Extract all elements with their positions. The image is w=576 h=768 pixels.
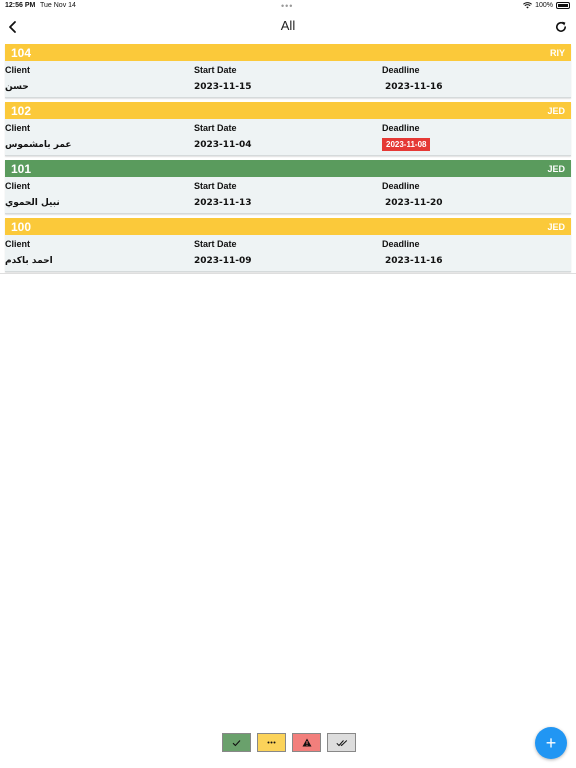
order-id: 104 [11, 45, 32, 60]
double-check-icon [335, 739, 347, 746]
refresh-icon [556, 21, 566, 32]
status-bar: 12:56 PM Tue Nov 14 ••• 100% [0, 0, 576, 12]
start-date-label: Start Date [194, 65, 237, 75]
navigation-bar: All [0, 12, 576, 42]
order-card[interactable]: 100 JED Client Start Date Deadline احمد … [5, 218, 571, 272]
order-card-header: 104 RIY [5, 44, 571, 61]
client-label: Client [5, 123, 31, 133]
deadline-label: Deadline [382, 239, 420, 249]
warning-icon [302, 738, 311, 747]
status-filter-bar [222, 733, 356, 752]
status-time: 12:56 PM [5, 2, 36, 9]
filter-in-progress-button[interactable] [257, 733, 286, 752]
status-date: Tue Nov 14 [40, 2, 76, 9]
client-name: احمد باكدم [5, 256, 53, 266]
deadline-overdue-badge: 2023-11-08 [382, 138, 431, 151]
order-card-body: Client Start Date Deadline حسن 2023-11-1… [5, 61, 571, 98]
start-date-value: 2023-11-09 [194, 256, 252, 266]
add-order-button[interactable]: + [535, 727, 567, 759]
order-id: 101 [11, 161, 32, 176]
order-card[interactable]: 101 JED Client Start Date Deadline نبيل … [5, 160, 571, 214]
check-icon [232, 739, 241, 746]
deadline-value: 2023-11-20 [385, 198, 443, 208]
start-date-label: Start Date [194, 123, 237, 133]
page-title: All [280, 18, 296, 33]
deadline-value: 2023-11-16 [385, 82, 443, 92]
order-card-header: 100 JED [5, 218, 571, 235]
filter-completed-button[interactable] [327, 733, 356, 752]
order-card-header: 102 JED [5, 102, 571, 119]
order-id: 102 [11, 103, 32, 118]
order-card-body: Client Start Date Deadline احمد باكدم 20… [5, 235, 571, 272]
deadline-label: Deadline [382, 123, 420, 133]
deadline-label: Deadline [382, 181, 420, 191]
client-label: Client [5, 239, 31, 249]
order-region: JED [547, 163, 565, 174]
battery-icon [556, 2, 570, 9]
filter-overdue-button[interactable] [292, 733, 321, 752]
client-name: نبيل الحموي [5, 198, 60, 208]
deadline-value: 2023-11-16 [385, 256, 443, 266]
battery-percent: 100% [535, 2, 553, 9]
order-card-body: Client Start Date Deadline عمر بامشموس 2… [5, 119, 571, 156]
start-date-label: Start Date [194, 239, 237, 249]
wifi-icon [523, 2, 533, 9]
order-region: JED [547, 105, 565, 116]
status-indicators: 100% [523, 2, 570, 9]
client-name: عمر بامشموس [5, 140, 72, 150]
client-name: حسن [5, 82, 29, 92]
filter-done-button[interactable] [222, 733, 251, 752]
start-date-value: 2023-11-04 [194, 140, 252, 150]
order-region: JED [547, 221, 565, 232]
start-date-label: Start Date [194, 181, 237, 191]
start-date-value: 2023-11-13 [194, 198, 252, 208]
order-card[interactable]: 102 JED Client Start Date Deadline عمر ب… [5, 102, 571, 156]
multitasking-dots-icon[interactable]: ••• [281, 1, 293, 11]
order-id: 100 [11, 219, 32, 234]
order-card-body: Client Start Date Deadline نبيل الحموي 2… [5, 177, 571, 214]
deadline-label: Deadline [382, 65, 420, 75]
client-label: Client [5, 181, 31, 191]
order-list: 104 RIY Client Start Date Deadline حسن 2… [0, 44, 576, 276]
order-card[interactable]: 104 RIY Client Start Date Deadline حسن 2… [5, 44, 571, 98]
order-card-header: 101 JED [5, 160, 571, 177]
refresh-button[interactable] [554, 20, 568, 34]
ellipsis-icon [267, 741, 276, 744]
plus-icon: + [545, 732, 557, 753]
client-label: Client [5, 65, 31, 75]
order-region: RIY [549, 47, 565, 58]
list-divider [0, 273, 576, 274]
start-date-value: 2023-11-15 [194, 82, 252, 92]
